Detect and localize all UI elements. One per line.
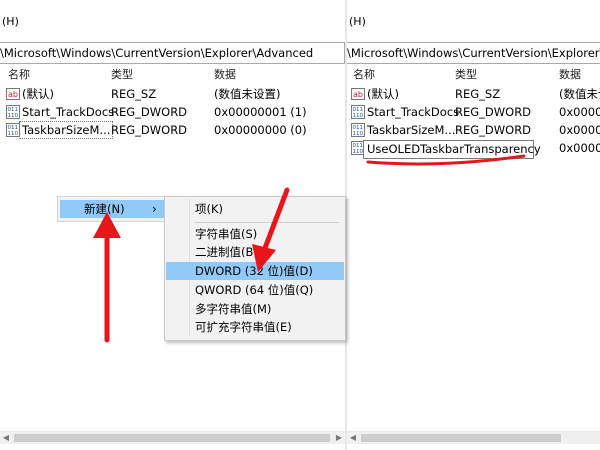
arrow-diagonal-annotation: [252, 187, 290, 272]
arrow-up-annotation: [93, 212, 121, 343]
annotation-layer: [93, 154, 526, 343]
underline-annotation: [366, 154, 526, 166]
